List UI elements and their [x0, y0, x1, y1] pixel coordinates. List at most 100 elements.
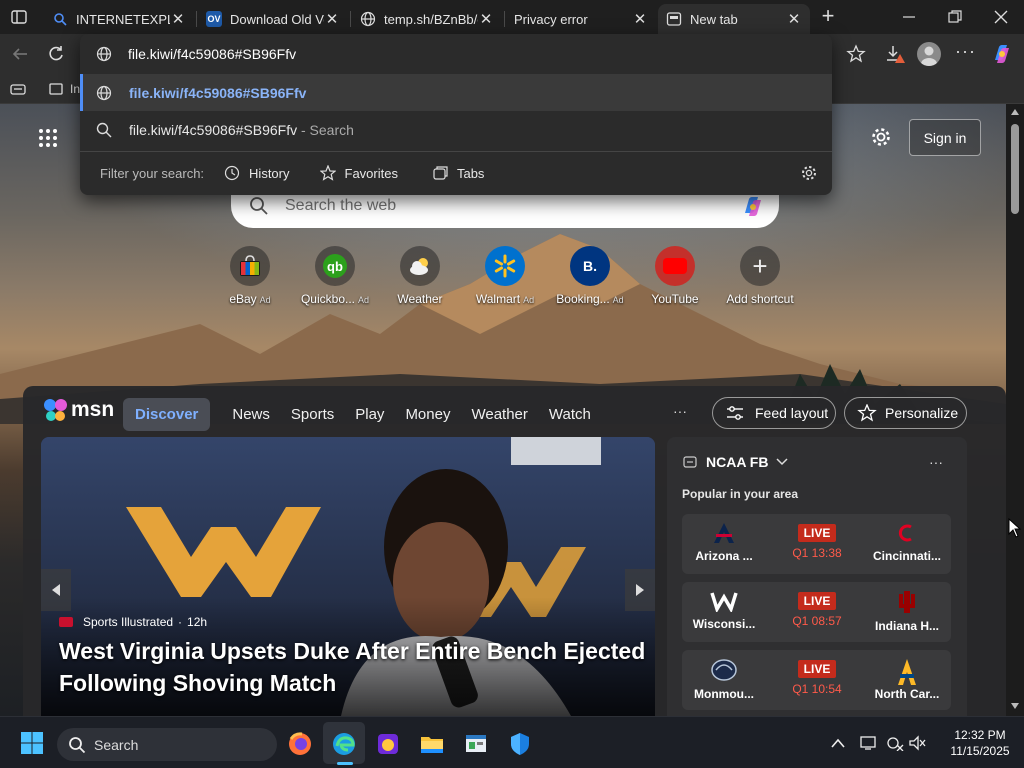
tab-privacy-error[interactable]: Privacy error ✕	[506, 4, 656, 34]
filter-favorites[interactable]: Favorites	[319, 165, 398, 181]
personalize-button[interactable]: Personalize	[844, 397, 967, 429]
carousel-prev-button[interactable]	[41, 569, 71, 611]
sign-in-label: Sign in	[923, 129, 967, 146]
shortcut-label: YouTube	[651, 292, 699, 306]
close-tab-icon[interactable]: ✕	[786, 11, 802, 28]
settings-more-icon[interactable]: ···	[955, 42, 975, 62]
dropdown-settings-gear-icon[interactable]	[800, 164, 818, 182]
nav-play[interactable]: Play	[355, 406, 384, 423]
close-tab-icon[interactable]: ✕	[170, 11, 186, 28]
game-app-icon[interactable]	[372, 728, 404, 760]
minimize-window-icon[interactable]	[900, 9, 918, 25]
windows-start-icon[interactable]	[16, 727, 48, 759]
globe-icon	[96, 46, 112, 62]
tabs-icon	[433, 166, 448, 180]
tab-actions-icon[interactable]	[10, 8, 28, 26]
away-team-name: Cincinnati...	[872, 549, 941, 563]
home-team-name: Monmou...	[694, 687, 754, 701]
control-panel-icon[interactable]	[460, 728, 492, 760]
firefox-icon[interactable]	[284, 728, 316, 760]
edge-browser-icon[interactable]	[328, 728, 360, 760]
article-age: 12h	[187, 615, 208, 629]
game-card[interactable]: Monmou... LIVE Q1 10:54 North Car...	[682, 650, 951, 710]
add-shortcut-button[interactable]: + Add shortcut	[723, 246, 797, 306]
game-card[interactable]: Arizona ... LIVE Q1 13:38 Cincinnati...	[682, 514, 951, 574]
favorite-label[interactable]: In	[70, 82, 80, 96]
tray-network-disconnected-icon[interactable]	[886, 735, 904, 751]
hero-news-card[interactable]: Sports Illustrated · 12h West Virginia U…	[41, 437, 655, 716]
scroll-up-arrow-icon[interactable]	[1010, 108, 1020, 116]
shortcut-walmart[interactable]: Walmart Ad	[468, 246, 542, 306]
restore-window-icon[interactable]	[946, 9, 964, 25]
tab-temp-sh[interactable]: temp.sh/BZnBb/c ✕	[352, 4, 502, 34]
tab-internetexplorer[interactable]: INTERNETEXPLORER ✕	[44, 4, 194, 34]
close-tab-icon[interactable]: ✕	[478, 11, 494, 28]
copilot-icon[interactable]	[990, 42, 1014, 66]
collections-icon[interactable]	[10, 81, 26, 97]
suggestion-search-row[interactable]: file.kiwi/f4c59086#SB96Ffv - Search	[80, 111, 832, 148]
new-tab-plus-icon[interactable]: +	[818, 5, 838, 27]
web-search-input[interactable]	[285, 197, 705, 215]
page-scrollbar[interactable]	[1006, 104, 1024, 716]
scrollbar-thumb[interactable]	[1011, 124, 1019, 214]
ncaa-more-icon[interactable]: ···	[929, 454, 943, 470]
edge-running-indicator	[337, 762, 353, 765]
refresh-icon[interactable]	[46, 44, 66, 64]
nav-sports[interactable]: Sports	[291, 406, 334, 423]
back-arrow-icon[interactable]	[10, 44, 30, 64]
tab-download-old-versions[interactable]: OV Download Old Ve ✕	[198, 4, 348, 34]
downloads-warning-icon[interactable]	[884, 44, 906, 64]
file-explorer-icon[interactable]	[416, 728, 448, 760]
nav-news[interactable]: News	[232, 406, 270, 423]
nav-more-icon[interactable]: ···	[673, 403, 687, 419]
system-tray-chevron-icon[interactable]	[830, 737, 846, 749]
tray-display-icon[interactable]	[860, 735, 878, 751]
sign-in-button[interactable]: Sign in	[909, 119, 981, 156]
nav-watch[interactable]: Watch	[549, 406, 591, 423]
shortcut-weather[interactable]: Weather	[383, 246, 457, 306]
page-settings-gear-icon[interactable]	[870, 126, 892, 148]
close-window-icon[interactable]	[992, 9, 1010, 25]
tab-new-tab[interactable]: New tab ✕	[658, 4, 810, 34]
scroll-down-arrow-icon[interactable]	[1010, 702, 1020, 710]
address-input[interactable]	[128, 44, 768, 64]
search-icon	[69, 736, 86, 753]
shortcut-youtube[interactable]: YouTube	[638, 246, 712, 306]
tab-title: INTERNETEXPLORER	[76, 11, 170, 27]
close-tab-icon[interactable]: ✕	[324, 11, 340, 28]
shortcut-ebay[interactable]: eBay Ad	[213, 246, 287, 306]
close-tab-icon[interactable]: ✕	[632, 11, 648, 28]
profile-avatar-icon[interactable]	[917, 42, 941, 66]
team-away: Indiana H...	[862, 590, 952, 633]
ncaa-header[interactable]: NCAA FB	[683, 454, 789, 470]
suggestion-url-row[interactable]: file.kiwi/f4c59086#SB96Ffv	[80, 74, 832, 111]
taskbar-search-box[interactable]: Search	[57, 728, 277, 761]
game-status: LIVE Q1 10:54	[776, 660, 858, 696]
game-clock: Q1 10:54	[792, 682, 842, 696]
folder-favorite-icon[interactable]	[48, 81, 66, 97]
nav-weather[interactable]: Weather	[471, 406, 527, 423]
shortcut-label: Weather	[397, 292, 443, 306]
nav-money[interactable]: Money	[405, 406, 450, 423]
address-bar[interactable]	[80, 34, 832, 74]
shortcut-booking[interactable]: B. Booking... Ad	[553, 246, 627, 306]
feed-layout-button[interactable]: Feed layout	[712, 397, 836, 429]
favorites-star-icon[interactable]	[846, 44, 866, 64]
tray-volume-muted-icon[interactable]	[908, 735, 926, 751]
copilot-search-icon[interactable]	[739, 194, 769, 218]
nav-discover[interactable]: Discover	[123, 397, 211, 431]
apps-launcher-icon[interactable]	[38, 128, 58, 148]
windows-taskbar: Search 12:32 PM 11/15/2025	[0, 716, 1024, 768]
tab-separator	[504, 11, 505, 27]
windows-security-shield-icon[interactable]	[504, 728, 536, 760]
filter-tabs[interactable]: Tabs	[432, 165, 484, 181]
filter-favorites-label: Favorites	[344, 165, 398, 181]
shortcut-quickbooks[interactable]: qb Quickbo... Ad	[298, 246, 372, 306]
carousel-next-button[interactable]	[625, 569, 655, 611]
taskbar-clock[interactable]: 12:32 PM 11/15/2025	[940, 727, 1020, 759]
filter-history[interactable]: History	[224, 165, 290, 181]
article-headline[interactable]: West Virginia Upsets Duke After Entire B…	[59, 635, 649, 699]
msn-logo[interactable]: msn	[43, 398, 114, 422]
walmart-spark-icon	[485, 246, 525, 286]
game-card[interactable]: Wisconsi... LIVE Q1 08:57 Indiana H...	[682, 582, 951, 642]
